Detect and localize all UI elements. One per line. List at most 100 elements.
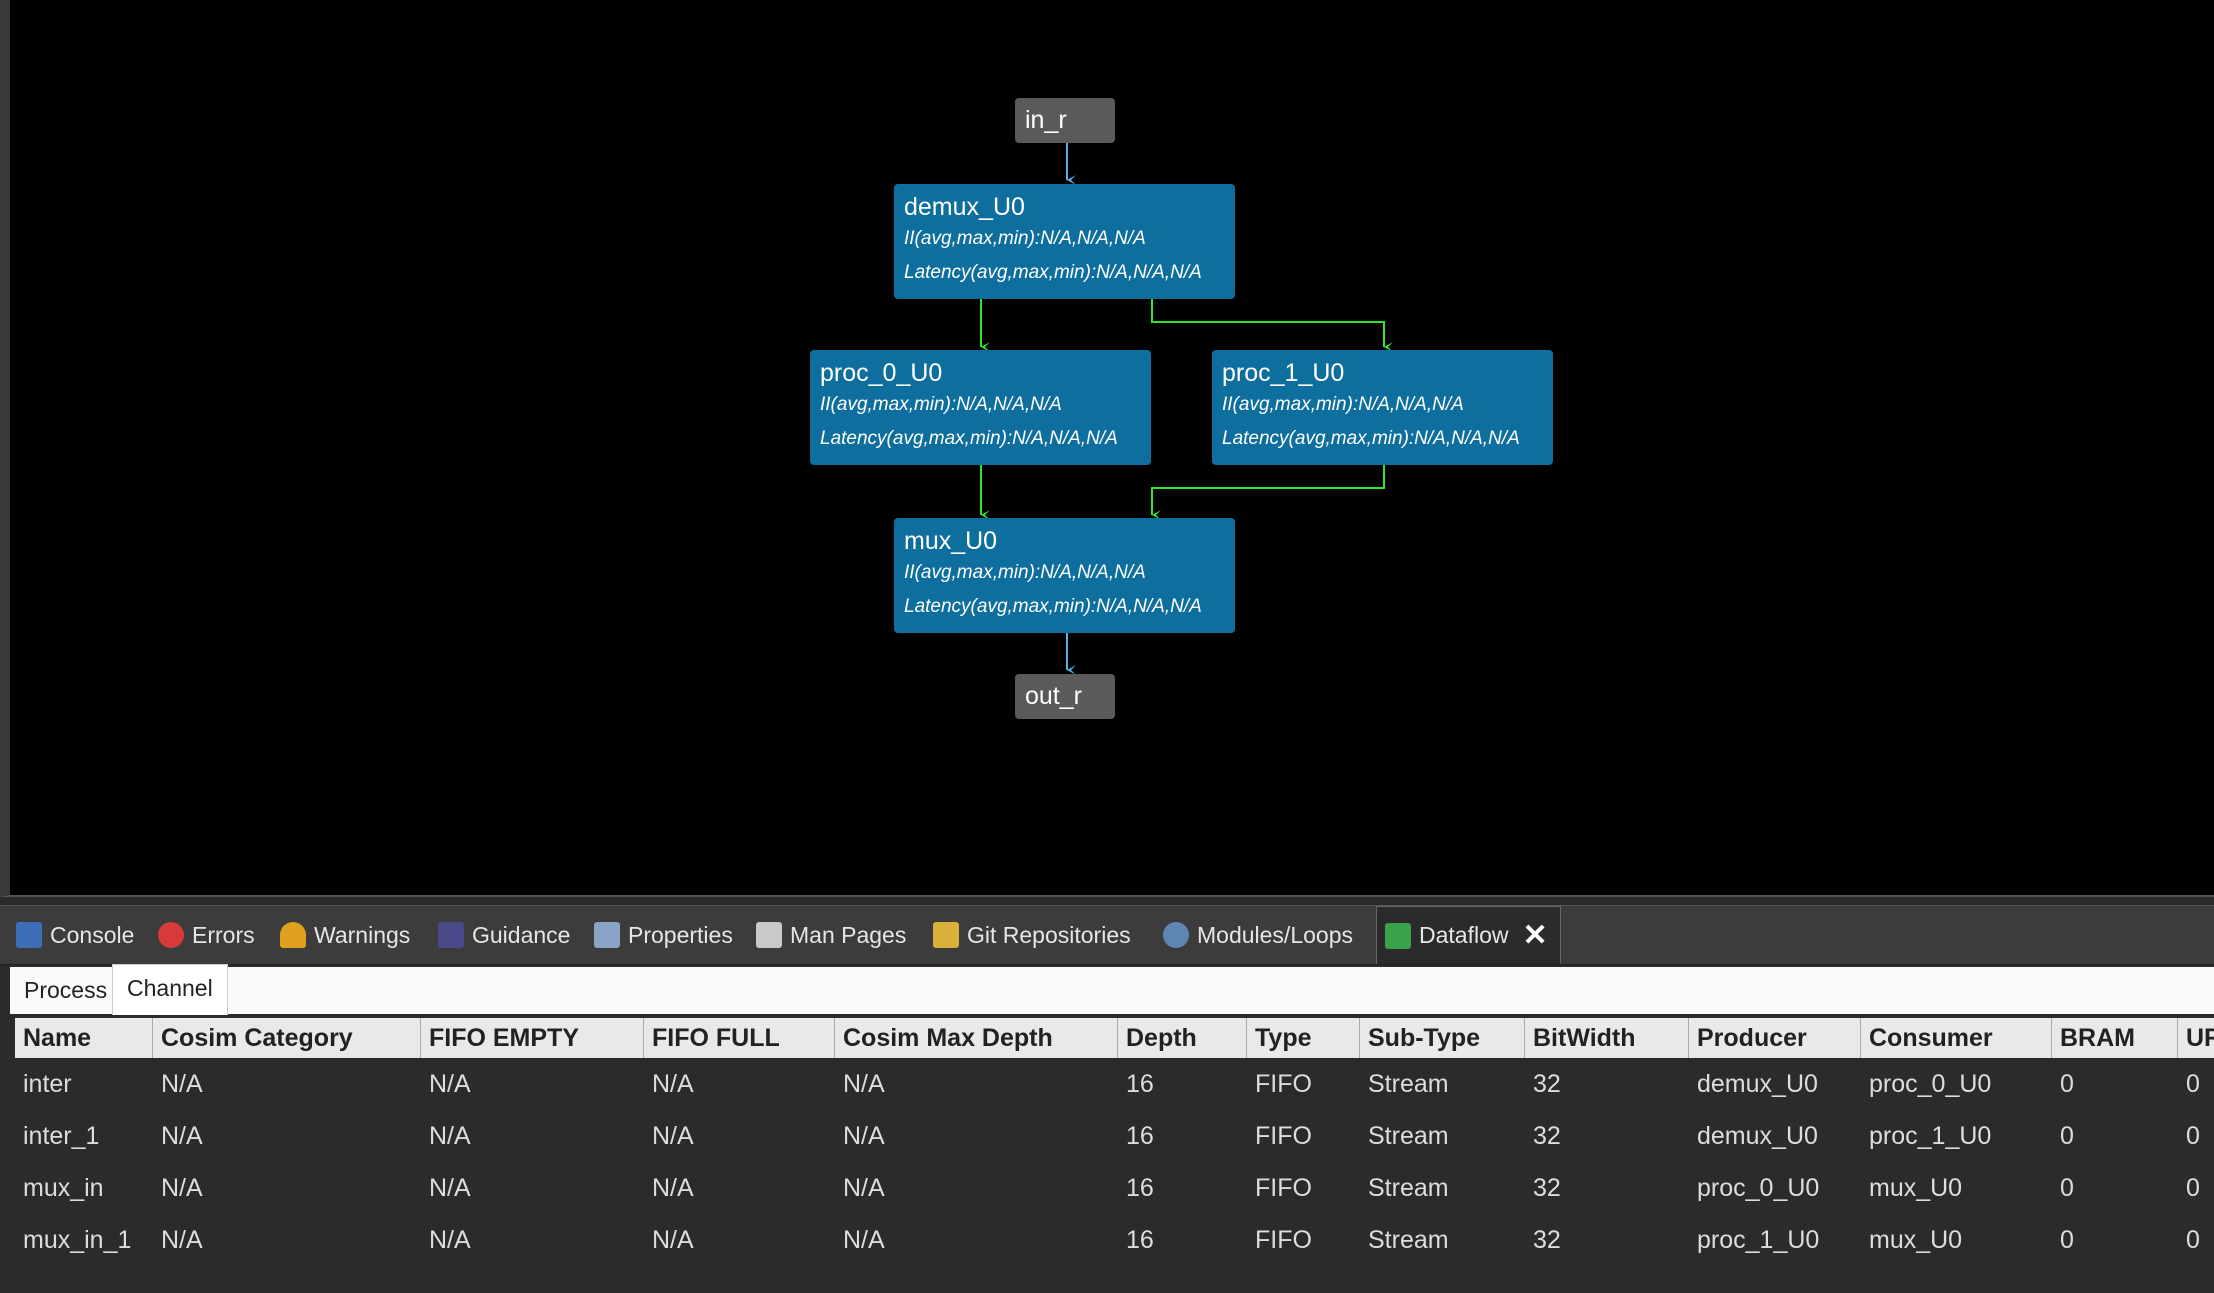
table-cell: proc_1_U0 <box>1869 1122 1992 1150</box>
subtab-process[interactable]: Process <box>10 967 121 1014</box>
table-cell: mux_in_1 <box>23 1226 132 1254</box>
table-row[interactable]: mux_in_1 N/A N/A N/A N/A 16 FIFO Stream 32 proc_1… <box>15 1214 2214 1266</box>
table-cell: proc_0_U0 <box>1697 1174 1820 1202</box>
column-header[interactable]: FIFO FULL <box>644 1018 835 1058</box>
table-cell: 0 <box>2186 1122 2200 1150</box>
table-row[interactable]: inter N/A N/A N/A N/A 16 FIFO Stream 32 demux_U0 p… <box>15 1058 2214 1110</box>
tab-label: Dataflow <box>1419 922 1509 948</box>
tab-console[interactable]: Console <box>16 906 134 964</box>
table-cell: N/A <box>161 1070 203 1098</box>
table-cell: N/A <box>161 1226 203 1254</box>
column-header[interactable]: FIFO EMPTY <box>421 1018 644 1058</box>
process-node-mux[interactable]: mux_U0 II(avg,max,min):N/A,N/A,N/A Laten… <box>894 518 1235 633</box>
node-ii: II(avg,max,min):N/A,N/A,N/A <box>1222 394 1464 415</box>
table-cell: N/A <box>429 1122 471 1150</box>
table-cell: proc_0_U0 <box>1869 1070 1992 1098</box>
column-header[interactable]: Producer <box>1689 1018 1861 1058</box>
modules-icon <box>1163 922 1189 948</box>
node-title: mux_U0 <box>904 527 998 555</box>
node-ii: II(avg,max,min):N/A,N/A,N/A <box>904 228 1146 249</box>
column-header[interactable]: UR <box>2178 1018 2214 1058</box>
tab-label: Git Repositories <box>967 921 1131 948</box>
process-node-demux[interactable]: demux_U0 II(avg,max,min):N/A,N/A,N/A Lat… <box>894 184 1235 299</box>
column-header[interactable]: Type <box>1247 1018 1360 1058</box>
column-header[interactable]: Sub-Type <box>1360 1018 1525 1058</box>
tab-guidance[interactable]: Guidance <box>438 906 570 964</box>
guidance-icon <box>438 922 464 948</box>
table-cell: mux_U0 <box>1869 1174 1963 1202</box>
table-cell: inter_1 <box>23 1122 100 1150</box>
tab-label: Console <box>50 921 135 948</box>
column-header[interactable]: Cosim Max Depth <box>835 1018 1118 1058</box>
dataflow-graph-canvas[interactable]: in_r demux_U0 II(avg,max,min):N/A,N/A,N/… <box>0 0 2214 897</box>
table-cell: N/A <box>843 1122 885 1150</box>
process-node-proc-0[interactable]: proc_0_U0 II(avg,max,min):N/A,N/A,N/A La… <box>810 350 1151 465</box>
table-cell: 0 <box>2060 1174 2074 1202</box>
table-cell: N/A <box>429 1226 471 1254</box>
edge-proc1-to-mux <box>1151 465 1385 520</box>
column-header[interactable]: BitWidth <box>1525 1018 1689 1058</box>
node-title: proc_1_U0 <box>1222 359 1345 387</box>
table-cell: 32 <box>1533 1122 1561 1150</box>
table-cell: 0 <box>2060 1226 2074 1254</box>
tab-dataflow[interactable]: Dataflow ✕ <box>1376 906 1561 964</box>
table-cell: Stream <box>1368 1122 1449 1150</box>
node-latency: Latency(avg,max,min):N/A,N/A,N/A <box>904 262 1202 283</box>
tab-man-pages[interactable]: Man Pages <box>756 906 906 964</box>
table-cell: FIFO <box>1255 1226 1312 1254</box>
table-cell: 16 <box>1126 1174 1154 1202</box>
node-latency: Latency(avg,max,min):N/A,N/A,N/A <box>904 596 1202 617</box>
table-cell: N/A <box>843 1226 885 1254</box>
node-latency: Latency(avg,max,min):N/A,N/A,N/A <box>820 428 1118 449</box>
column-header[interactable]: Cosim Category <box>153 1018 421 1058</box>
sub-tab-bar: Process Channel <box>10 964 2214 1015</box>
table-cell: N/A <box>652 1070 694 1098</box>
tab-modules-loops[interactable]: Modules/Loops <box>1163 906 1353 964</box>
column-header[interactable]: Depth <box>1118 1018 1247 1058</box>
port-out-r[interactable]: out_r <box>1015 674 1115 719</box>
table-cell: Stream <box>1368 1226 1449 1254</box>
properties-icon <box>594 922 620 948</box>
table-cell: 0 <box>2186 1070 2200 1098</box>
tab-label: Man Pages <box>790 921 907 948</box>
table-cell: N/A <box>652 1174 694 1202</box>
table-cell: N/A <box>161 1174 203 1202</box>
table-cell: FIFO <box>1255 1070 1312 1098</box>
table-cell: mux_in <box>23 1174 104 1202</box>
table-cell: N/A <box>429 1174 471 1202</box>
subtab-channel[interactable]: Channel <box>112 964 228 1015</box>
git-icon <box>933 922 959 948</box>
table-cell: 0 <box>2186 1174 2200 1202</box>
tab-warnings[interactable]: Warnings <box>280 906 410 964</box>
table-cell: 32 <box>1533 1070 1561 1098</box>
table-cell: 0 <box>2060 1122 2074 1150</box>
tab-properties[interactable]: Properties <box>594 906 733 964</box>
tab-label: Properties <box>628 921 733 948</box>
tab-label: Modules/Loops <box>1197 921 1353 948</box>
column-header[interactable]: Consumer <box>1861 1018 2052 1058</box>
column-header[interactable]: BRAM <box>2052 1018 2178 1058</box>
edge-demux-to-proc1 <box>1151 299 1393 352</box>
table-cell: N/A <box>161 1122 203 1150</box>
tab-label: Errors <box>192 921 255 948</box>
close-icon[interactable]: ✕ <box>1522 918 1547 953</box>
process-node-proc-1[interactable]: proc_1_U0 II(avg,max,min):N/A,N/A,N/A La… <box>1212 350 1553 465</box>
column-header[interactable]: Name <box>15 1018 153 1058</box>
table-row[interactable]: inter_1 N/A N/A N/A N/A 16 FIFO Stream 32 demux_U… <box>15 1110 2214 1162</box>
node-title: proc_0_U0 <box>820 359 943 387</box>
table-cell: demux_U0 <box>1697 1122 1818 1150</box>
man-pages-icon <box>756 922 782 948</box>
table-row[interactable]: mux_in N/A N/A N/A N/A 16 FIFO Stream 32 proc_0_U… <box>15 1162 2214 1214</box>
port-in-r[interactable]: in_r <box>1015 98 1115 143</box>
table-cell: 0 <box>2060 1070 2074 1098</box>
table-cell: 16 <box>1126 1122 1154 1150</box>
tab-label: Warnings <box>314 921 411 948</box>
tab-label: Guidance <box>472 921 571 948</box>
table-cell: mux_U0 <box>1869 1226 1963 1254</box>
tab-git-repositories[interactable]: Git Repositories <box>933 906 1131 964</box>
table-cell: 16 <box>1126 1226 1154 1254</box>
table-cell: 32 <box>1533 1174 1561 1202</box>
tab-errors[interactable]: Errors <box>158 906 255 964</box>
console-icon <box>16 922 42 948</box>
node-latency: Latency(avg,max,min):N/A,N/A,N/A <box>1222 428 1520 449</box>
